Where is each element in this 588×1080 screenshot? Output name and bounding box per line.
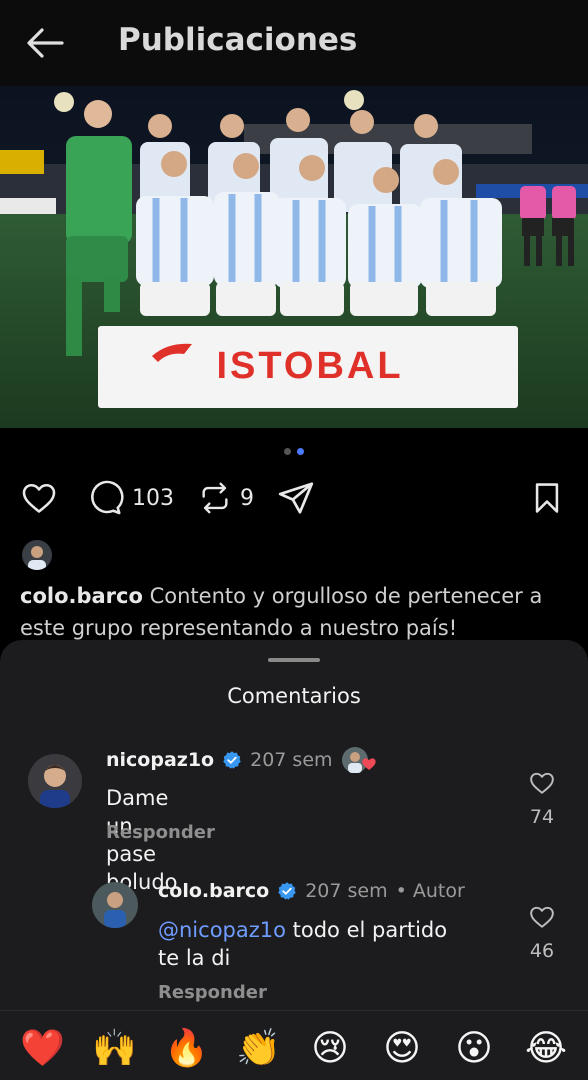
emoji-crying-button[interactable]: 😢 <box>308 1027 352 1071</box>
emoji-clap-button[interactable]: 👏 <box>236 1027 281 1071</box>
emoji-heart-button[interactable]: ❤️ <box>20 1027 65 1071</box>
author-liked-indicator <box>341 746 376 774</box>
heart-icon <box>22 483 56 513</box>
caption-avatar[interactable] <box>22 540 52 570</box>
reposts-count: 9 <box>240 485 254 511</box>
emoji-surprised-button[interactable]: 😮 <box>452 1027 496 1071</box>
comment-text-line1: todo el partido <box>285 918 448 942</box>
comment-icon <box>91 480 124 515</box>
comment-header: nicopaz1o 207 sem <box>106 746 376 774</box>
heart-filled-icon <box>361 758 376 770</box>
team-photo: ISTOBAL <box>0 86 588 428</box>
post-image[interactable]: ISTOBAL <box>0 86 588 428</box>
comment-like-button[interactable]: 74 <box>522 770 562 828</box>
carousel-indicator <box>284 448 304 455</box>
comments-count: 103 <box>132 485 174 511</box>
arrow-left-icon <box>27 28 64 58</box>
bookmark-icon <box>535 483 559 513</box>
heart-icon <box>530 772 554 794</box>
comment-username[interactable]: colo.barco <box>158 880 269 902</box>
emoji-laughing-button[interactable]: 😂 <box>524 1027 568 1071</box>
drag-handle[interactable] <box>268 658 320 662</box>
post-caption: colo.barco Contento y orgulloso de perte… <box>20 580 580 644</box>
author-tag: • Autor <box>395 880 465 902</box>
comment-like-count: 74 <box>529 806 555 828</box>
banner-text: ISTOBAL <box>216 345 403 387</box>
emoji-fire-button[interactable]: 🔥 <box>164 1027 209 1071</box>
repost-icon <box>202 482 228 514</box>
avatar[interactable] <box>28 754 82 808</box>
back-button[interactable] <box>24 24 66 62</box>
verified-badge-icon <box>223 751 241 769</box>
share-button[interactable] <box>276 476 316 520</box>
comments-title: Comentarios <box>227 684 361 708</box>
carousel-dot-active <box>297 448 304 455</box>
reply-button[interactable]: Responder <box>158 982 267 1003</box>
avatar[interactable] <box>92 882 138 928</box>
comment-time: 207 sem <box>305 880 388 902</box>
mention-link[interactable]: @nicopaz1o <box>158 918 286 942</box>
comment-time: 207 sem <box>250 749 333 771</box>
post-actions: 103 9 <box>20 476 570 520</box>
verified-badge-icon <box>278 882 296 900</box>
top-bar: Publicaciones <box>0 0 588 86</box>
comment-like-button[interactable]: 46 <box>522 904 562 962</box>
emoji-heart-eyes-button[interactable]: 😍 <box>380 1027 424 1071</box>
emoji-reaction-bar: ❤️ 🙌 🔥 👏 😢 😍 😮 😂 <box>0 1010 588 1080</box>
heart-icon <box>530 906 554 928</box>
comment-username[interactable]: nicopaz1o <box>106 749 214 771</box>
save-button[interactable] <box>530 476 564 520</box>
repost-button[interactable]: 9 <box>198 476 254 520</box>
carousel-dot <box>284 448 291 455</box>
comment-like-count: 46 <box>529 940 555 962</box>
comment-text: @nicopaz1o todo el partido te la di <box>158 916 498 972</box>
send-icon <box>278 482 314 514</box>
reply-button[interactable]: Responder <box>106 822 215 843</box>
page-title: Publicaciones <box>118 22 358 58</box>
like-button[interactable] <box>20 476 58 520</box>
comment-button[interactable]: 103 <box>86 476 174 520</box>
comment-text-line2: te la di <box>158 946 231 970</box>
emoji-raised-hands-button[interactable]: 🙌 <box>92 1027 137 1071</box>
comment-header: colo.barco 207 sem • Autor <box>158 880 465 902</box>
caption-username[interactable]: colo.barco <box>20 584 143 608</box>
